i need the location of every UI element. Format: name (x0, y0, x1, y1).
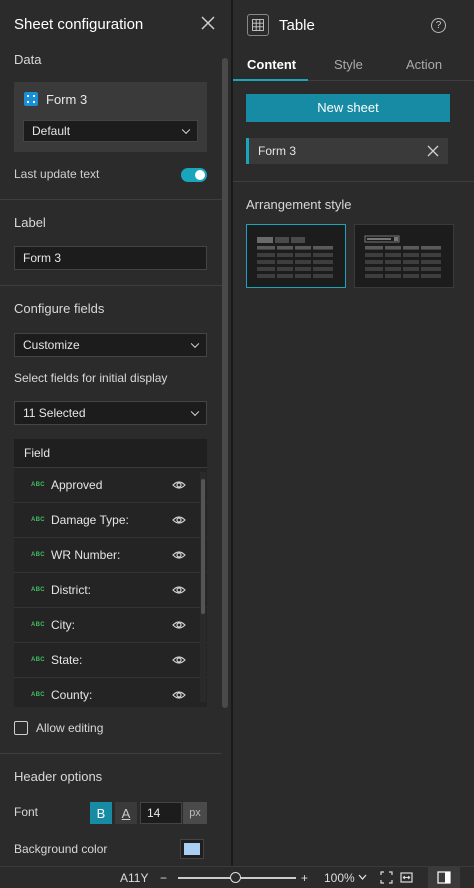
table-icon (247, 14, 269, 36)
selected-count: 11 Selected (23, 406, 86, 420)
initial-display-label: Select fields for initial display (14, 371, 168, 385)
tab-action[interactable]: Action (406, 57, 442, 72)
header-options-label: Header options (14, 769, 103, 784)
divider (233, 181, 474, 182)
eye-icon[interactable] (172, 479, 186, 491)
field-row[interactable]: ABC County: (14, 678, 207, 707)
data-source-name: Form 3 (46, 92, 88, 107)
string-type-icon: ABC (31, 657, 45, 663)
fit-screen-icon[interactable] (380, 871, 393, 884)
status-bar: A11Y − + 100% (0, 866, 474, 888)
chevron-down-icon (190, 339, 200, 349)
eye-icon[interactable] (172, 584, 186, 596)
arrangement-tabs-option[interactable] (246, 224, 346, 288)
zoom-level[interactable]: 100% (324, 871, 355, 885)
selected-fields-select[interactable]: 11 Selected (14, 401, 207, 425)
eye-icon[interactable] (172, 619, 186, 631)
font-label: Font (14, 805, 39, 819)
table-widget-panel: Table ? Content Style Action New sheet F… (233, 0, 474, 866)
sheet-item-label: Form 3 (258, 144, 297, 158)
help-icon[interactable]: ? (431, 18, 446, 33)
tabs-layout-thumbnail (257, 237, 333, 278)
eye-icon[interactable] (172, 689, 186, 701)
label-input[interactable]: Form 3 (14, 246, 207, 270)
field-row[interactable]: ABC District: (14, 573, 207, 608)
active-tab-indicator (233, 79, 308, 81)
widget-title: Table (279, 17, 315, 34)
field-row[interactable]: ABC Approved (14, 468, 207, 503)
font-size-unit: px (183, 802, 207, 824)
string-type-icon: ABC (31, 517, 45, 523)
label-input-value: Form 3 (23, 251, 62, 265)
data-section-label: Data (14, 52, 42, 67)
configure-fields-label: Configure fields (14, 301, 105, 316)
string-type-icon: ABC (31, 482, 45, 488)
last-update-toggle[interactable] (181, 168, 207, 182)
field-row[interactable]: ABC City: (14, 608, 207, 643)
arrangement-dropdown-option[interactable] (354, 224, 454, 288)
arrangement-style-label: Arrangement style (246, 197, 352, 212)
font-size-input[interactable]: 14 (140, 802, 182, 824)
zoom-slider-handle[interactable] (230, 872, 241, 883)
dropdown-layout-thumbnail (364, 235, 441, 278)
label-section-label: Label (14, 215, 46, 230)
zoom-in-button[interactable]: + (301, 871, 308, 885)
element-id-label: A11Y (120, 871, 149, 885)
field-mode-value: Customize (23, 338, 80, 352)
chevron-down-icon[interactable] (358, 873, 367, 882)
eye-icon[interactable] (172, 514, 186, 526)
panel-scrollbar[interactable] (222, 58, 228, 708)
background-color-swatch[interactable] (180, 839, 204, 859)
allow-editing-label: Allow editing (36, 721, 104, 735)
fit-width-icon[interactable] (400, 871, 413, 884)
data-source-card: Form 3 Default (14, 82, 207, 152)
form-icon (24, 92, 38, 106)
chevron-down-icon (181, 125, 191, 135)
tab-style[interactable]: Style (334, 57, 363, 72)
field-row[interactable]: ABC State: (14, 643, 207, 678)
background-color-label: Background color (14, 842, 108, 856)
field-name: County: (51, 688, 93, 702)
tab-content[interactable]: Content (247, 57, 296, 72)
background-color-fill (184, 843, 200, 855)
field-name: Damage Type: (51, 513, 129, 527)
view-select-value: Default (32, 124, 71, 138)
field-row[interactable]: ABC Damage Type: (14, 503, 207, 538)
font-color-button[interactable]: A (115, 802, 137, 824)
sheet-list-item[interactable]: Form 3 (246, 138, 448, 164)
bold-button[interactable]: B (90, 802, 112, 824)
field-row[interactable]: ABC WR Number: (14, 538, 207, 573)
eye-icon[interactable] (172, 654, 186, 666)
string-type-icon: ABC (31, 692, 45, 698)
remove-sheet-icon[interactable] (427, 145, 439, 157)
field-name: State: (51, 653, 83, 667)
allow-editing-checkbox[interactable] (14, 721, 28, 735)
divider (0, 285, 222, 286)
field-table: Field ABC Approved ABC Damage Type: ABC WR Nu… (14, 439, 207, 707)
last-update-label: Last update text (14, 167, 100, 181)
field-mode-select[interactable]: Customize (14, 333, 207, 357)
settings-tabs: Content Style Action (233, 53, 474, 81)
sheet-configuration-panel: Sheet configuration Data Form 3 Default … (0, 0, 231, 866)
field-name: City: (51, 618, 75, 632)
sidebar-panel-icon (437, 871, 451, 884)
divider (0, 753, 222, 754)
view-select[interactable]: Default (23, 120, 198, 142)
string-type-icon: ABC (31, 622, 45, 628)
field-table-header: Field (14, 439, 207, 468)
zoom-out-button[interactable]: − (160, 871, 167, 885)
panel-toggle-button[interactable] (428, 867, 460, 888)
field-name: Approved (51, 478, 103, 492)
close-icon[interactable] (199, 14, 217, 32)
field-name: District: (51, 583, 91, 597)
new-sheet-button[interactable]: New sheet (246, 94, 450, 122)
string-type-icon: ABC (31, 587, 45, 593)
panel-title: Sheet configuration (14, 16, 144, 33)
eye-icon[interactable] (172, 549, 186, 561)
divider (0, 199, 222, 200)
field-table-scroll-thumb[interactable] (201, 479, 205, 614)
string-type-icon: ABC (31, 552, 45, 558)
chevron-down-icon (190, 407, 200, 417)
field-name: WR Number: (51, 548, 121, 562)
